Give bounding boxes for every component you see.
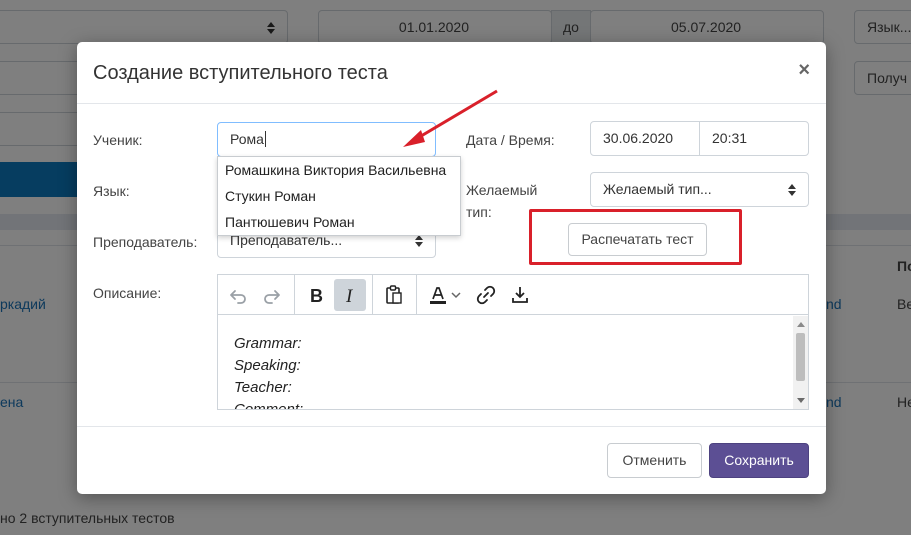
toolbar-separator — [416, 275, 417, 315]
date-input[interactable]: 30.06.2020 — [590, 121, 700, 156]
link-icon[interactable] — [470, 279, 502, 311]
chevron-down-icon-glyph — [451, 292, 461, 299]
close-icon[interactable]: × — [798, 59, 810, 82]
annotation-arrow-icon — [403, 89, 498, 147]
date-value: 30.06.2020 — [603, 130, 674, 146]
download-icon-glyph — [512, 287, 528, 303]
toolbar-separator — [372, 275, 373, 315]
toolbar-separator — [294, 275, 295, 315]
student-input-value: Рома — [230, 131, 264, 147]
link-icon-glyph — [476, 285, 496, 305]
description-label: Описание: — [93, 285, 162, 301]
type-select[interactable]: Желаемый тип... — [590, 172, 809, 207]
paste-icon[interactable] — [378, 279, 410, 311]
italic-icon[interactable]: I — [334, 279, 366, 311]
scroll-up-icon[interactable] — [797, 322, 805, 327]
text-caret — [264, 131, 266, 147]
type-select-value: Желаемый тип... — [603, 181, 712, 197]
modal-title: Создание вступительного теста — [93, 62, 388, 84]
type-label-line2: тип: — [466, 204, 492, 220]
editor-line-speaking: Speaking: — [234, 357, 301, 374]
editor-content[interactable]: Grammar: Speaking: Teacher: Comment: — [234, 333, 304, 410]
editor-line-grammar: Grammar: — [234, 335, 302, 352]
save-button[interactable]: Сохранить — [709, 443, 809, 478]
editor-line-comment: Comment: — [234, 401, 304, 410]
undo-icon[interactable] — [222, 279, 254, 311]
undo-icon-glyph — [230, 290, 246, 304]
autocomplete-option[interactable]: Пантюшевич Роман — [218, 209, 460, 235]
svg-text:I: I — [345, 286, 354, 307]
create-test-modal: Создание вступительного теста × Ученик: … — [77, 42, 826, 494]
cancel-button[interactable]: Отменить — [607, 443, 702, 478]
time-value: 20:31 — [712, 130, 748, 146]
svg-text:B: B — [310, 286, 323, 306]
select-arrows-icon — [415, 235, 423, 247]
bold-icon-glyph: B — [310, 286, 323, 306]
scroll-thumb[interactable] — [796, 333, 805, 381]
student-label: Ученик: — [93, 132, 143, 148]
download-icon[interactable] — [504, 279, 536, 311]
editor-line-teacher: Teacher: — [234, 379, 292, 396]
type-label: Желаемый тип: — [466, 181, 537, 221]
autocomplete-option[interactable]: Ромашкина Виктория Васильевна — [218, 157, 460, 183]
description-editor[interactable]: B I Grammar: Speaking: Teacher: Comment: — [217, 274, 809, 410]
editor-toolbar: B I — [218, 275, 808, 315]
footer-divider — [77, 426, 826, 427]
redo-icon-glyph — [264, 290, 280, 304]
teacher-label: Преподаватель: — [93, 234, 198, 250]
editor-scrollbar[interactable] — [793, 316, 808, 409]
bold-icon[interactable]: B — [300, 279, 332, 311]
italic-icon-glyph: I — [345, 286, 354, 307]
scroll-down-icon[interactable] — [797, 398, 805, 403]
redo-icon[interactable] — [256, 279, 288, 311]
annotation-highlight-box — [529, 209, 742, 265]
paste-icon-glyph — [386, 285, 402, 304]
student-autocomplete: Ромашкина Виктория Васильевна Стукин Ром… — [217, 156, 461, 236]
autocomplete-option[interactable]: Стукин Роман — [218, 183, 460, 209]
select-arrows-icon — [788, 184, 796, 196]
time-input[interactable]: 20:31 — [699, 121, 809, 156]
type-label-line1: Желаемый — [466, 182, 538, 198]
language-label: Язык: — [93, 183, 130, 199]
chevron-down-icon[interactable] — [446, 279, 466, 311]
